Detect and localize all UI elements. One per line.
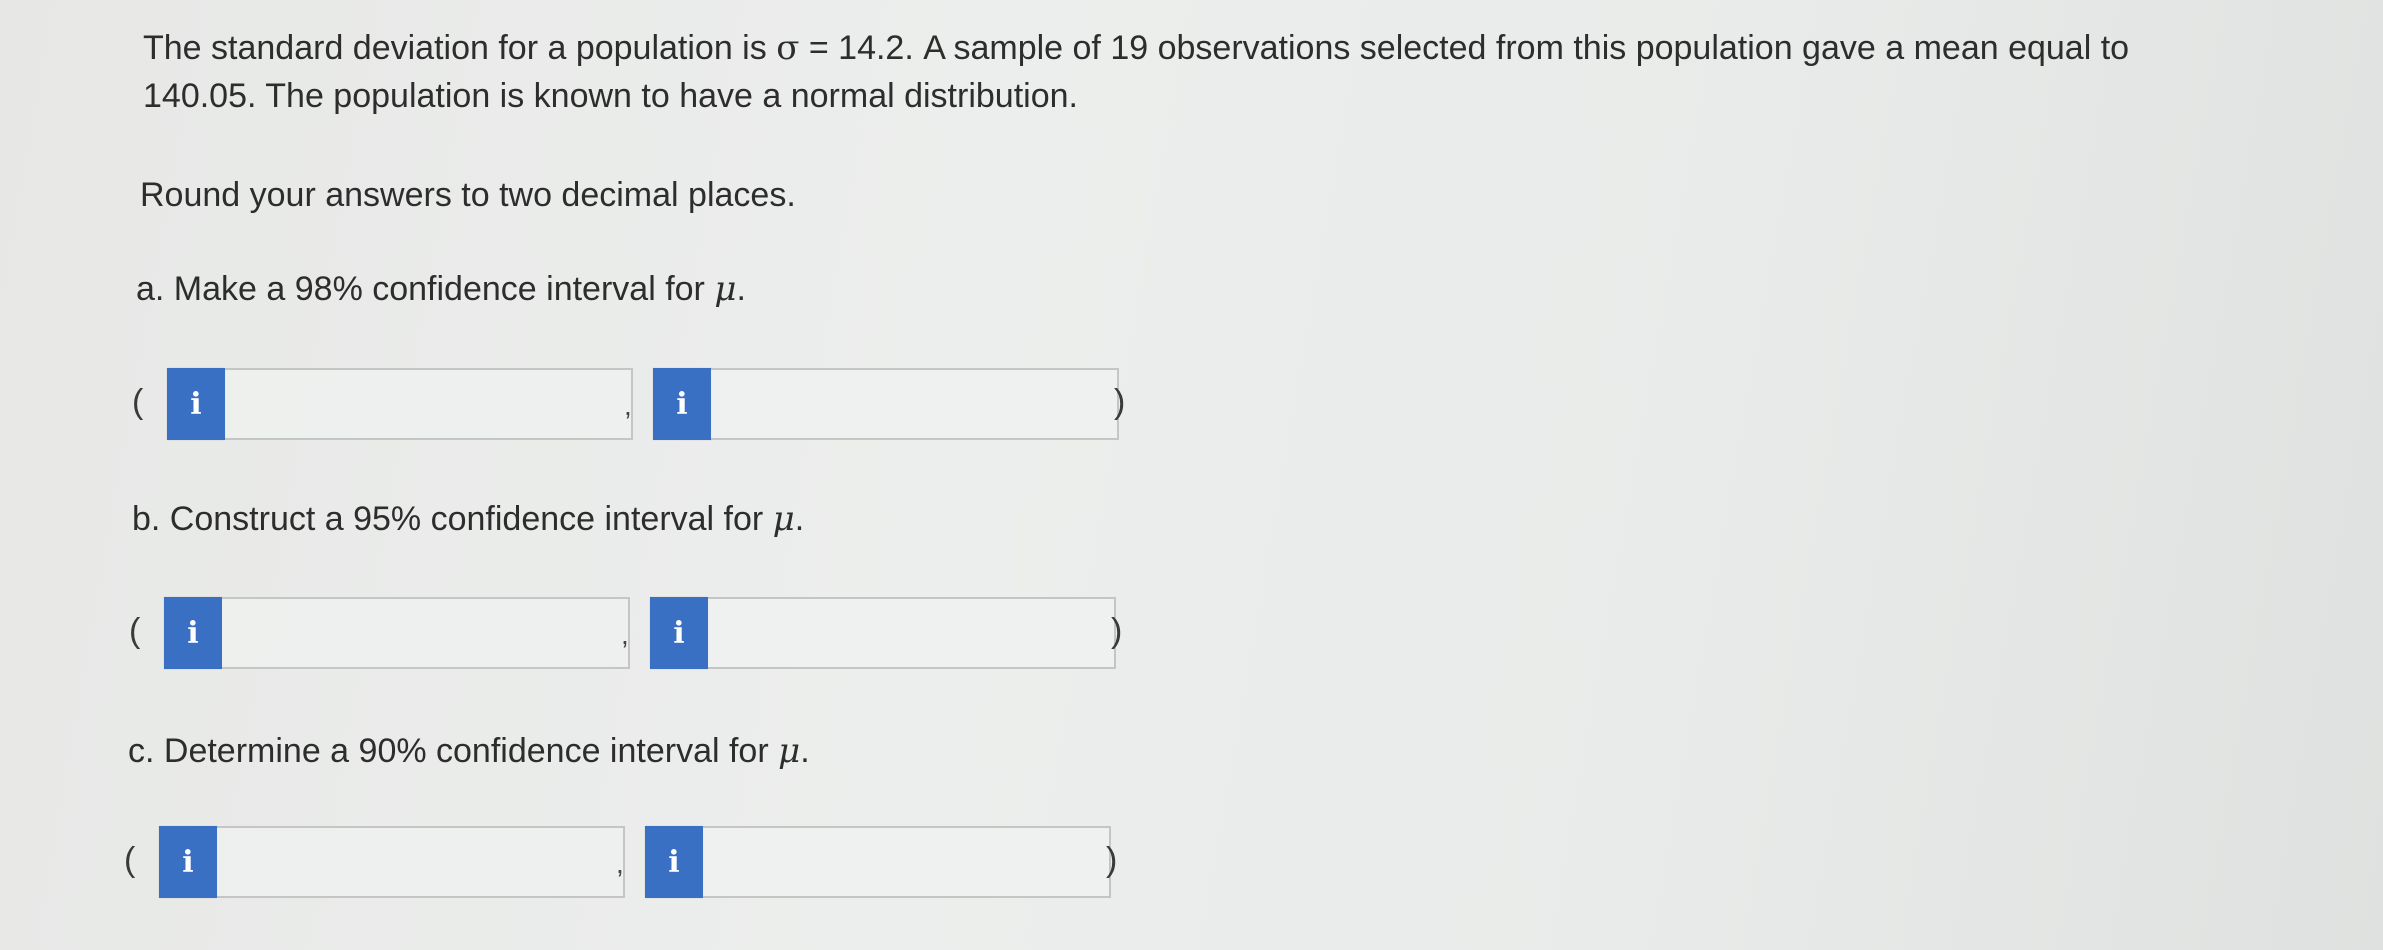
mu-symbol: μ (772, 499, 795, 539)
comma-separator: , (616, 848, 624, 879)
part-b-period: . (794, 500, 805, 538)
part-b-lower-field: i (164, 597, 630, 669)
info-i-icon[interactable]: i (159, 826, 217, 898)
open-paren: ( (129, 612, 141, 650)
comma-separator: , (624, 390, 632, 421)
part-b-question: b. Construct a 95% confidence interval f… (132, 495, 804, 543)
info-i-icon[interactable]: i (167, 368, 225, 440)
sigma-symbol: σ (776, 28, 800, 68)
part-a-upper-input[interactable] (711, 368, 1119, 440)
part-b-text: b. Construct a 95% confidence interval f… (132, 500, 773, 538)
rounding-instruction: Round your answers to two decimal places… (140, 176, 796, 214)
part-a-lower-input[interactable] (225, 368, 633, 440)
part-c-upper-field: i (645, 826, 1111, 898)
part-c-upper-input[interactable] (703, 826, 1111, 898)
comma-separator: , (621, 619, 629, 650)
part-a-text: a. Make a 98% confidence interval for (136, 270, 715, 308)
mu-symbol: μ (778, 731, 801, 771)
close-paren: ) (1111, 612, 1123, 650)
part-a-lower-field: i (167, 368, 633, 440)
part-a-period: . (736, 270, 746, 308)
close-paren: ) (1114, 383, 1126, 421)
part-b-lower-input[interactable] (222, 597, 630, 669)
part-a-upper-field: i (653, 368, 1119, 440)
info-i-icon[interactable]: i (645, 826, 703, 898)
part-c-lower-field: i (159, 826, 625, 898)
part-a-question: a. Make a 98% confidence interval for μ. (136, 265, 746, 313)
info-i-icon[interactable]: i (653, 368, 711, 440)
problem-intro-text: The standard deviation for a population … (143, 29, 777, 67)
mu-symbol: μ (714, 269, 737, 309)
info-i-icon[interactable]: i (164, 597, 222, 669)
part-c-period: . (800, 732, 810, 770)
part-b-upper-input[interactable] (708, 597, 1116, 669)
part-c-lower-input[interactable] (217, 826, 625, 898)
part-c-question: c. Determine a 90% confidence interval f… (128, 727, 810, 775)
open-paren: ( (132, 383, 144, 421)
part-b-upper-field: i (650, 597, 1116, 669)
close-paren: ) (1106, 841, 1118, 879)
problem-statement: The standard deviation for a population … (143, 24, 2223, 120)
info-i-icon[interactable]: i (650, 597, 708, 669)
open-paren: ( (124, 841, 136, 879)
part-c-text: c. Determine a 90% confidence interval f… (128, 732, 779, 770)
question-content: The standard deviation for a population … (0, 0, 2383, 950)
